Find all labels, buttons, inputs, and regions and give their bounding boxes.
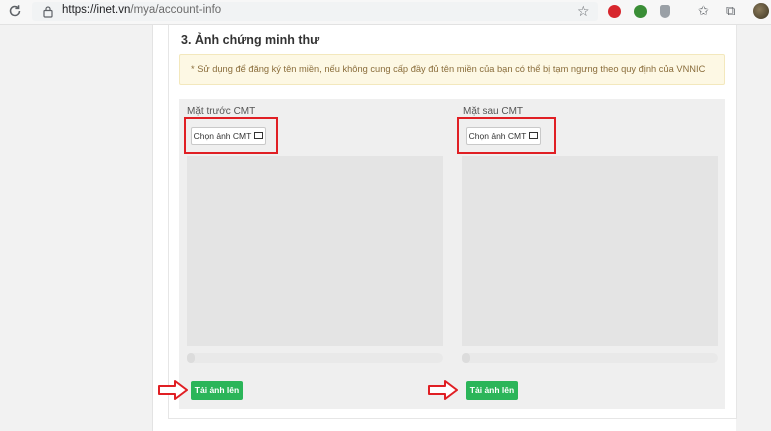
section-title: 3. Ảnh chứng minh thư bbox=[181, 33, 320, 47]
back-id-label: Mặt sau CMT bbox=[463, 106, 524, 117]
image-icon bbox=[254, 132, 264, 140]
url-path: /mya/account-info bbox=[130, 4, 222, 16]
green-extension-icon[interactable] bbox=[634, 5, 647, 18]
front-arrow-right-icon bbox=[158, 380, 188, 400]
notice-text: * Sử dụng để đăng ký tên miền, nếu không… bbox=[191, 64, 706, 74]
back-image-preview bbox=[462, 156, 718, 346]
front-id-label: Mặt trước CMT bbox=[187, 106, 256, 117]
back-progress-fill bbox=[462, 353, 470, 363]
browser-toolbar: https://inet.vn/mya/account-info ☆ ✩ ⧉ bbox=[0, 0, 771, 25]
url-host: https://inet.vn bbox=[62, 4, 131, 16]
front-progress-fill bbox=[187, 353, 195, 363]
back-choose-image-button[interactable]: Chọn ảnh CMT bbox=[466, 127, 541, 145]
bookmark-star-icon[interactable]: ☆ bbox=[577, 3, 590, 20]
image-icon bbox=[529, 132, 539, 140]
front-image-preview bbox=[187, 156, 443, 346]
right-background bbox=[736, 25, 771, 431]
front-choose-image-button[interactable]: Chọn ảnh CMT bbox=[191, 127, 266, 145]
front-upload-button[interactable]: Tải ảnh lên bbox=[191, 381, 243, 400]
url-text: https://inet.vn/mya/account-info bbox=[62, 4, 221, 16]
back-upload-progress bbox=[462, 353, 718, 363]
adblock-extension-icon[interactable] bbox=[608, 5, 621, 18]
front-choose-label: Chọn ảnh CMT bbox=[193, 131, 252, 141]
address-bar[interactable]: https://inet.vn/mya/account-info ☆ bbox=[32, 2, 598, 21]
lock-icon bbox=[43, 6, 53, 18]
profile-avatar[interactable] bbox=[753, 3, 769, 19]
back-choose-label: Chọn ảnh CMT bbox=[468, 131, 527, 141]
back-arrow-right-icon bbox=[428, 380, 458, 400]
left-sidebar-panel bbox=[0, 25, 153, 431]
front-upload-progress bbox=[187, 353, 443, 363]
favorites-icon[interactable]: ✩ bbox=[698, 3, 709, 19]
vnnic-notice: * Sử dụng để đăng ký tên miền, nếu không… bbox=[179, 54, 725, 85]
back-upload-button[interactable]: Tải ảnh lên bbox=[466, 381, 518, 400]
shield-extension-icon[interactable] bbox=[660, 5, 670, 18]
reload-icon[interactable] bbox=[8, 4, 22, 18]
collections-icon[interactable]: ⧉ bbox=[726, 3, 735, 19]
